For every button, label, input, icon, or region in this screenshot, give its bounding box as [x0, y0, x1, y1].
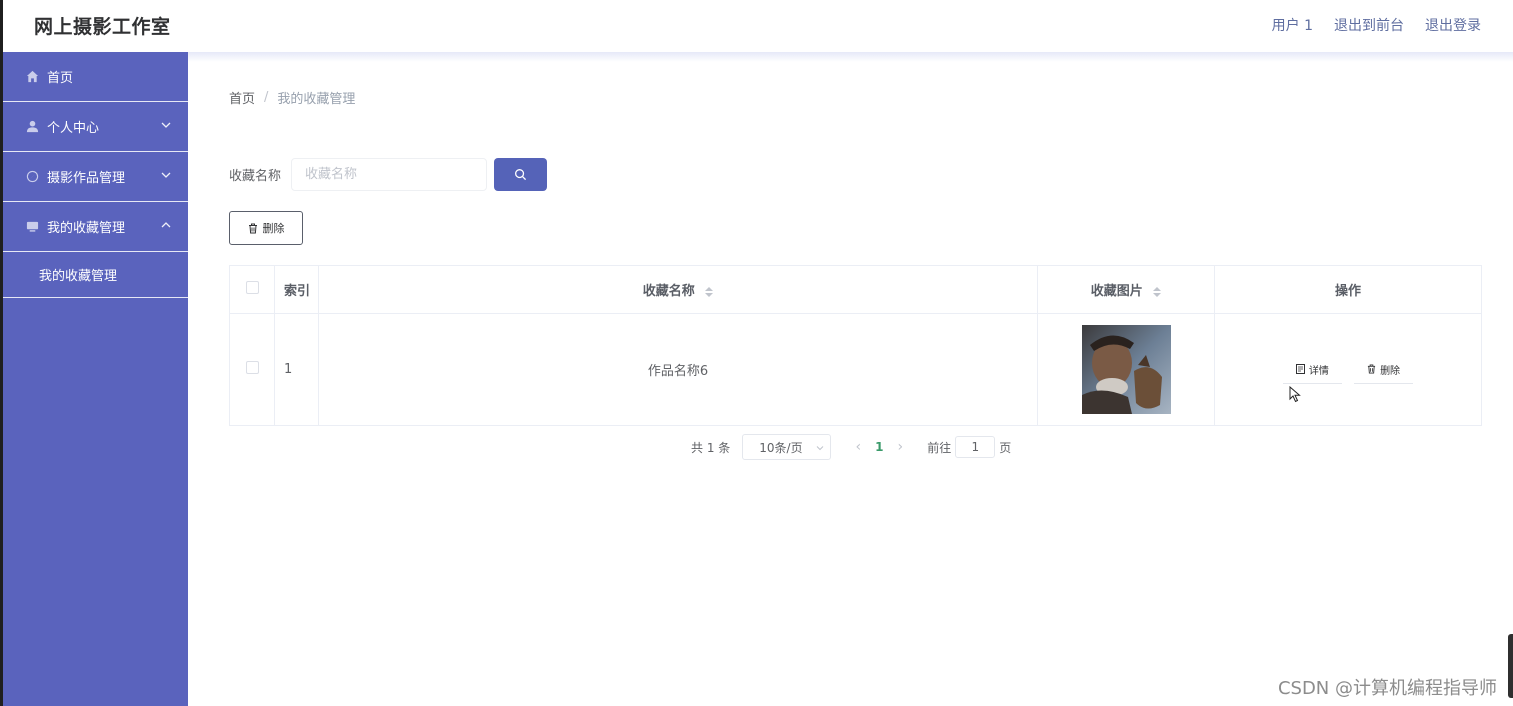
- header-name[interactable]: 收藏名称: [318, 265, 1038, 314]
- watermark: CSDN @计算机编程指导师: [1277, 678, 1497, 699]
- pagination: 共 1 条 10条/页 ‹ 1 › 前往 页: [691, 434, 1011, 460]
- detail-button[interactable]: 详情: [1282, 355, 1342, 384]
- document-icon: [1295, 364, 1305, 374]
- prev-page-button[interactable]: ‹: [851, 439, 865, 455]
- next-page-button[interactable]: ›: [893, 439, 907, 455]
- sort-icon[interactable]: [1153, 286, 1162, 297]
- app-title: 网上摄影工作室: [34, 16, 171, 38]
- pagination-total: 共 1 条: [691, 440, 731, 455]
- sidebar-item-favorites-management[interactable]: 我的收藏管理: [3, 202, 188, 252]
- mouse-cursor-icon: [1289, 386, 1301, 403]
- batch-delete-label: 删除: [262, 223, 285, 235]
- scrollbar-handle[interactable]: [1508, 634, 1513, 698]
- breadcrumb: 首页 / 我的收藏管理: [229, 88, 355, 107]
- chevron-up-icon: [161, 222, 171, 228]
- select-all-cell: [229, 265, 275, 314]
- row-image-cell: [1037, 313, 1215, 426]
- user-icon: [25, 120, 39, 134]
- header-index: 索引: [274, 265, 319, 314]
- sidebar-subitem-favorites[interactable]: 我的收藏管理: [3, 252, 188, 298]
- header-image[interactable]: 收藏图片: [1037, 265, 1215, 314]
- trash-icon: [248, 223, 257, 233]
- breadcrumb-separator: /: [264, 90, 269, 105]
- batch-delete-button[interactable]: 删除: [229, 211, 303, 245]
- row-actions-cell: 详情 删除: [1214, 313, 1482, 426]
- main-content: 首页 / 我的收藏管理 收藏名称 删除 索引 收藏名称 收藏图片: [188, 52, 1513, 706]
- search-icon: [515, 169, 527, 181]
- sidebar-item-label: 我的收藏管理: [47, 221, 126, 236]
- search-button[interactable]: [494, 158, 548, 191]
- favorite-thumbnail[interactable]: [1081, 325, 1171, 414]
- select-all-checkbox[interactable]: [245, 281, 259, 294]
- logout-link[interactable]: 退出登录: [1425, 15, 1481, 35]
- row-index: 1: [274, 313, 319, 426]
- compass-icon: [25, 170, 39, 184]
- sidebar-item-personal-center[interactable]: 个人中心: [3, 102, 188, 152]
- search-row: 收藏名称: [229, 158, 548, 191]
- folder-icon: [25, 220, 39, 234]
- search-label: 收藏名称: [229, 169, 282, 184]
- trash-icon: [1367, 364, 1376, 374]
- detail-label: 详情: [1308, 365, 1329, 377]
- row-delete-label: 删除: [1380, 365, 1401, 377]
- row-checkbox[interactable]: [245, 361, 259, 374]
- sidebar-item-label: 摄影作品管理: [47, 171, 126, 186]
- sidebar-item-home[interactable]: 首页: [3, 52, 188, 102]
- header-links: 用户 1 退出到前台 退出登录: [1272, 15, 1481, 35]
- sidebar-subitem-label: 我的收藏管理: [39, 269, 118, 284]
- header-actions: 操作: [1214, 265, 1482, 314]
- chevron-down-icon: [816, 446, 824, 451]
- row-select-cell: [229, 313, 275, 426]
- sort-icon[interactable]: [705, 286, 714, 297]
- header-image-label: 收藏图片: [1090, 284, 1143, 299]
- goto-page: 前往 页: [927, 436, 1011, 458]
- back-to-frontend-link[interactable]: 退出到前台: [1334, 15, 1404, 35]
- row-name: 作品名称6: [318, 313, 1038, 426]
- table-header-row: 索引 收藏名称 收藏图片 操作: [229, 265, 1482, 314]
- header-name-label: 收藏名称: [642, 284, 695, 299]
- goto-unit: 页: [999, 440, 1012, 455]
- chevron-down-icon: [161, 122, 171, 128]
- sidebar-item-label: 个人中心: [47, 121, 100, 136]
- sidebar-item-label: 首页: [47, 71, 74, 86]
- goto-label: 前往: [927, 440, 952, 455]
- search-input[interactable]: [291, 158, 488, 191]
- page-size-value: 10条/页: [759, 440, 803, 455]
- current-user-link[interactable]: 用户 1: [1272, 15, 1313, 35]
- page-number-1[interactable]: 1: [865, 440, 893, 454]
- top-header: 网上摄影工作室 用户 1 退出到前台 退出登录: [0, 0, 1513, 52]
- goto-page-input[interactable]: [955, 436, 996, 458]
- home-icon: [25, 70, 39, 84]
- row-delete-button[interactable]: 删除: [1354, 355, 1414, 384]
- page-size-select[interactable]: 10条/页: [742, 434, 832, 460]
- chevron-down-icon: [161, 172, 171, 178]
- breadcrumb-home[interactable]: 首页: [229, 88, 255, 107]
- sidebar-item-works-management[interactable]: 摄影作品管理: [3, 152, 188, 202]
- sidebar: 首页 个人中心 摄影作品管理 我的收藏管理 我的收藏管理: [0, 52, 188, 706]
- breadcrumb-current: 我的收藏管理: [277, 92, 356, 107]
- table-row: 1 作品名称6 详情 删除: [229, 313, 1482, 426]
- header-shadow: [188, 52, 1513, 62]
